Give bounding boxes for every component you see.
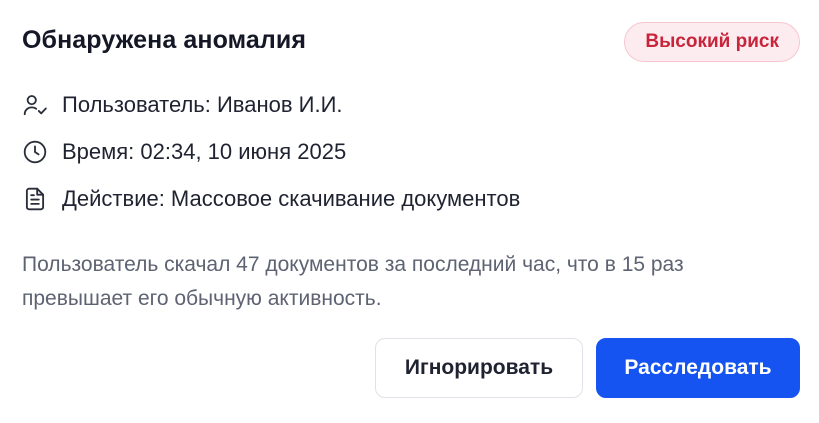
- action-text: Действие: Массовое скачивание документов: [62, 186, 521, 211]
- risk-badge: Высокий риск: [624, 22, 800, 62]
- user-row: Пользователь: Иванов И.И.: [22, 92, 343, 118]
- user-text: Пользователь: Иванов И.И.: [62, 92, 343, 117]
- alert-title: Обнаружена аномалия: [22, 26, 307, 54]
- action-row: Действие: Массовое скачивание документов: [22, 186, 520, 212]
- clock-icon: [22, 139, 48, 165]
- time-text: Время: 02:34, 10 июня 2025: [62, 139, 347, 164]
- investigate-button[interactable]: Расследовать: [596, 338, 800, 398]
- document-icon: [22, 186, 48, 212]
- ignore-button[interactable]: Игнорировать: [375, 338, 583, 398]
- anomaly-alert-card: Обнаружена аномалия Высокий риск Пользов…: [0, 0, 819, 423]
- alert-description: Пользователь скачал 47 документов за пос…: [22, 253, 684, 310]
- time-row: Время: 02:34, 10 июня 2025: [22, 139, 346, 165]
- user-check-icon: [22, 92, 48, 118]
